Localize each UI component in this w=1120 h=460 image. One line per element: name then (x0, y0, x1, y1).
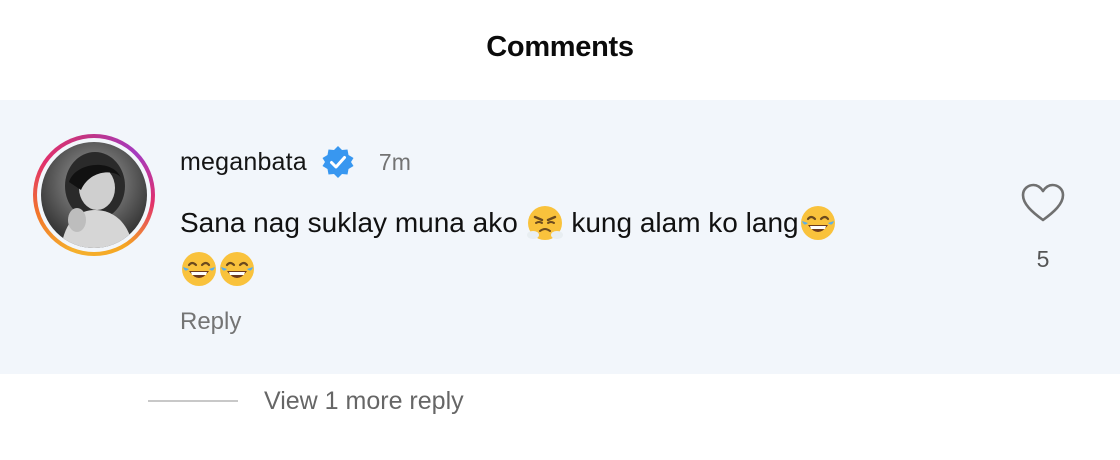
view-more-replies[interactable]: View 1 more reply (148, 378, 464, 424)
username-link[interactable]: meganbata (180, 148, 307, 177)
reply-button[interactable]: Reply (180, 308, 241, 336)
replies-divider (148, 400, 238, 402)
avatar[interactable] (41, 142, 147, 248)
comment-meta: meganbata 7m (180, 144, 411, 180)
comment-text-part2: kung alam ko lang (571, 207, 799, 238)
heart-icon[interactable] (1020, 182, 1066, 224)
view-more-replies-label[interactable]: View 1 more reply (264, 387, 464, 416)
verified-badge-icon (321, 145, 355, 179)
face-with-tears-of-joy-icon (799, 204, 837, 242)
face-with-steam-icon (526, 204, 564, 242)
avatar-story-ring[interactable] (33, 134, 155, 256)
comments-header: Comments (0, 0, 1120, 100)
page-title: Comments (486, 30, 634, 63)
comment-item: meganbata 7m Sana nag suklay muna ako ku… (0, 100, 1120, 374)
face-with-tears-of-joy-icon (180, 250, 218, 288)
comment-text: Sana nag suklay muna ako kung alam ko la… (180, 200, 940, 292)
like-count: 5 (1036, 246, 1050, 272)
comment-text-part1: Sana nag suklay muna ako (180, 207, 518, 238)
face-with-tears-of-joy-icon (218, 250, 256, 288)
comment-timestamp: 7m (378, 148, 411, 175)
